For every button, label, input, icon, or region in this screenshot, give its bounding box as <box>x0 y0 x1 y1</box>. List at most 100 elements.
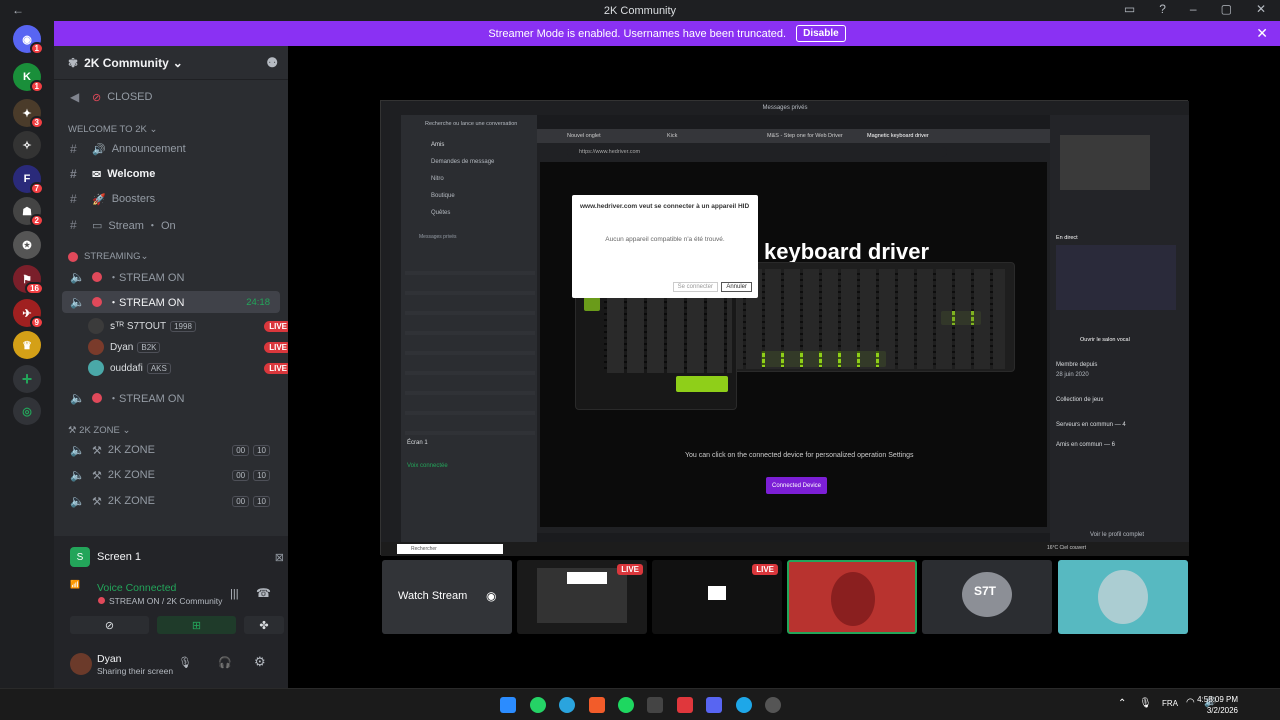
inner-profile-pane: En direct Ouvrir le salon vocal Membre d… <box>1050 115 1189 542</box>
guild-header[interactable]: ✾ 2K Community ⌄ ⚉ <box>54 46 288 80</box>
stream-eye-icon: ◉ <box>486 589 497 603</box>
speaker-icon: ◀ <box>70 90 80 104</box>
edge-icon[interactable] <box>736 697 752 713</box>
speaker-icon: 🔈 <box>70 270 85 284</box>
channel-stream-on-3[interactable]: 🔈 ・STREAM ON <box>62 387 280 409</box>
category-welcome[interactable]: Welcome To 2K ⌄ <box>68 124 157 135</box>
channel-2kzone-1[interactable]: 🔈 ⚒ 2K ZONE 00 10 <box>62 439 280 461</box>
user-tile[interactable]: S7T <box>922 560 1052 634</box>
wifi-icon[interactable]: ◠ <box>1186 697 1195 708</box>
back-arrow-icon[interactable]: ← <box>12 3 24 17</box>
channel-welcome[interactable]: # ✉ Welcome <box>62 163 280 185</box>
app-icon[interactable] <box>647 697 663 713</box>
speaker-icon: 🔈 <box>70 295 85 309</box>
server-icon[interactable]: ☗ 2 <box>13 197 44 227</box>
discord-icon[interactable] <box>706 697 722 713</box>
invite-icon[interactable]: ⚉ <box>266 55 278 71</box>
microphone-tray-icon[interactable]: 🎙 <box>1139 698 1152 709</box>
avatar <box>88 360 104 376</box>
banner-text: Streamer Mode is enabled. Usernames have… <box>488 27 787 40</box>
tray-chevron-icon[interactable]: ⌃ <box>1118 698 1126 709</box>
server-icon[interactable]: ✧ <box>13 131 41 159</box>
voice-panel: S Screen 1 ⊠ 📶 Voice Connected STREAM ON /… <box>54 536 288 688</box>
channel-2kzone-3[interactable]: 🔈 ⚒ 2K ZONE 00 10 <box>62 490 280 512</box>
language-label[interactable]: FRA <box>1162 699 1178 708</box>
speaker-icon: 🔈 <box>70 468 85 482</box>
screen-share-button[interactable]: ⊞ <box>157 616 236 634</box>
server-icon[interactable]: ♛ <box>13 331 41 359</box>
server-icon[interactable]: ✪ <box>13 231 41 259</box>
activities-icon: ✤ <box>259 619 269 632</box>
hash-icon: # <box>70 218 77 232</box>
hid-permission-dialog: www.hedriver.com veut se connecter à un … <box>572 195 758 298</box>
acrobat-icon[interactable] <box>677 697 693 713</box>
dialog-connect-button[interactable]: Se connecter <box>672 282 718 292</box>
channel-stream-on-text[interactable]: # ▭ Stream ・ On <box>62 214 280 236</box>
disconnect-icon[interactable]: ☎ <box>256 586 271 600</box>
server-icon[interactable]: F7 <box>13 165 44 195</box>
spotify-icon[interactable] <box>618 697 634 713</box>
server-icon[interactable]: ⚑ 16 <box>13 265 44 295</box>
clock[interactable]: 4:58:09 PM 3/2/2026 <box>1197 694 1238 716</box>
channel-closed[interactable]: ◀ ⊘ CLOSED <box>62 86 280 108</box>
camera-off-icon: ⊘ <box>104 619 115 632</box>
channel-2kzone-2[interactable]: 🔈 ⚒ 2K ZONE 00 10 <box>62 464 280 486</box>
discover-icon[interactable]: ◎ <box>13 397 41 425</box>
close-button[interactable]: ✕ <box>1256 2 1266 16</box>
watch-stream-tile[interactable]: Watch Stream ◉ <box>382 560 512 634</box>
app-icon[interactable] <box>765 697 781 713</box>
stream-thumbnail[interactable]: LIVE <box>652 560 782 634</box>
voice-channel-label[interactable]: STREAM ON / 2K Community <box>98 596 222 606</box>
popout-icon[interactable]: ⊠ <box>275 551 284 564</box>
inner-titlebar: Messages privés <box>381 101 1189 115</box>
window-titlebar: ← 2K Community ▭ ? – ▢ ✕ <box>0 0 1280 21</box>
maximize-button[interactable]: ▢ <box>1221 2 1232 16</box>
user-tile[interactable] <box>787 560 917 634</box>
server-icon[interactable]: K1 <box>13 63 44 93</box>
screen-share-row[interactable]: S Screen 1 ⊠ <box>70 544 284 570</box>
server-icon[interactable]: ✦ 3 <box>13 99 44 129</box>
help-icon[interactable]: ? <box>1159 2 1166 16</box>
whatsapp-icon[interactable] <box>530 697 546 713</box>
disable-button[interactable]: Disable <box>796 25 846 42</box>
add-server-icon[interactable]: + <box>13 365 41 393</box>
camera-button[interactable]: ⊘ <box>70 616 149 634</box>
close-banner-icon[interactable]: ✕ <box>1256 25 1268 42</box>
user-tile[interactable] <box>1058 560 1188 634</box>
category-2kzone[interactable]: ⚒ 2K ZONE ⌄ <box>68 425 130 436</box>
soundwave-icon[interactable]: ||| <box>230 588 239 600</box>
stream-video[interactable]: Messages privés Recherche ou lance une c… <box>380 100 1189 556</box>
browser-window: Nouvel onglet Kick M&S - Step one for We… <box>537 129 1050 533</box>
channel-stream-on-2[interactable]: 🔈 ・STREAM ON 24:18 <box>62 291 280 313</box>
server-icon[interactable]: ✈ 9 <box>13 299 44 329</box>
live-badge: LIVE <box>617 564 643 575</box>
user-status: Sharing their screen <box>97 666 174 676</box>
dialog-cancel-button[interactable]: Annuler <box>721 282 752 292</box>
screen-icon: S <box>70 547 90 567</box>
start-icon[interactable] <box>500 697 516 713</box>
watch-stream-label: Watch Stream <box>398 590 468 602</box>
voice-connected-label: Voice Connected <box>97 582 177 594</box>
avatar[interactable] <box>70 653 92 675</box>
channel-stream-on-1[interactable]: 🔈 ・STREAM ON <box>62 266 280 288</box>
settings-gear-icon[interactable]: ⚙ <box>254 654 266 670</box>
activities-button[interactable]: ✤ <box>244 616 284 634</box>
voice-user[interactable]: ouddafi AKS LIVE <box>88 358 298 378</box>
home-icon[interactable]: ◉ 1 <box>13 25 44 55</box>
telegram-icon[interactable] <box>559 697 575 713</box>
minimize-button[interactable]: – <box>1190 2 1197 16</box>
voice-user[interactable]: Dyan B2K LIVE <box>88 337 298 357</box>
window-title: 2K Community <box>603 4 677 17</box>
channel-announcement[interactable]: # 🔊 Announcement <box>62 138 280 160</box>
voice-user[interactable]: ꜱᵀᴿ S7TOUT 1998 LIVE <box>88 316 298 336</box>
microphone-icon[interactable]: 🎙 <box>178 656 192 669</box>
category-streaming[interactable]: STREAMING ⌄ <box>68 251 148 262</box>
brave-icon[interactable] <box>589 697 605 713</box>
headset-icon[interactable]: 🎧 <box>218 656 232 669</box>
hash-icon: # <box>70 167 77 181</box>
connected-device-button[interactable]: Connected Device <box>766 477 827 494</box>
inbox-icon[interactable]: ▭ <box>1124 2 1135 16</box>
windows-taskbar: ⌃ 🎙 FRA ◠ 🔊 4:58:09 PM 3/2/2026 <box>0 688 1280 720</box>
stream-thumbnail[interactable]: LIVE <box>517 560 647 634</box>
channel-boosters[interactable]: # 🚀 Boosters <box>62 188 280 210</box>
